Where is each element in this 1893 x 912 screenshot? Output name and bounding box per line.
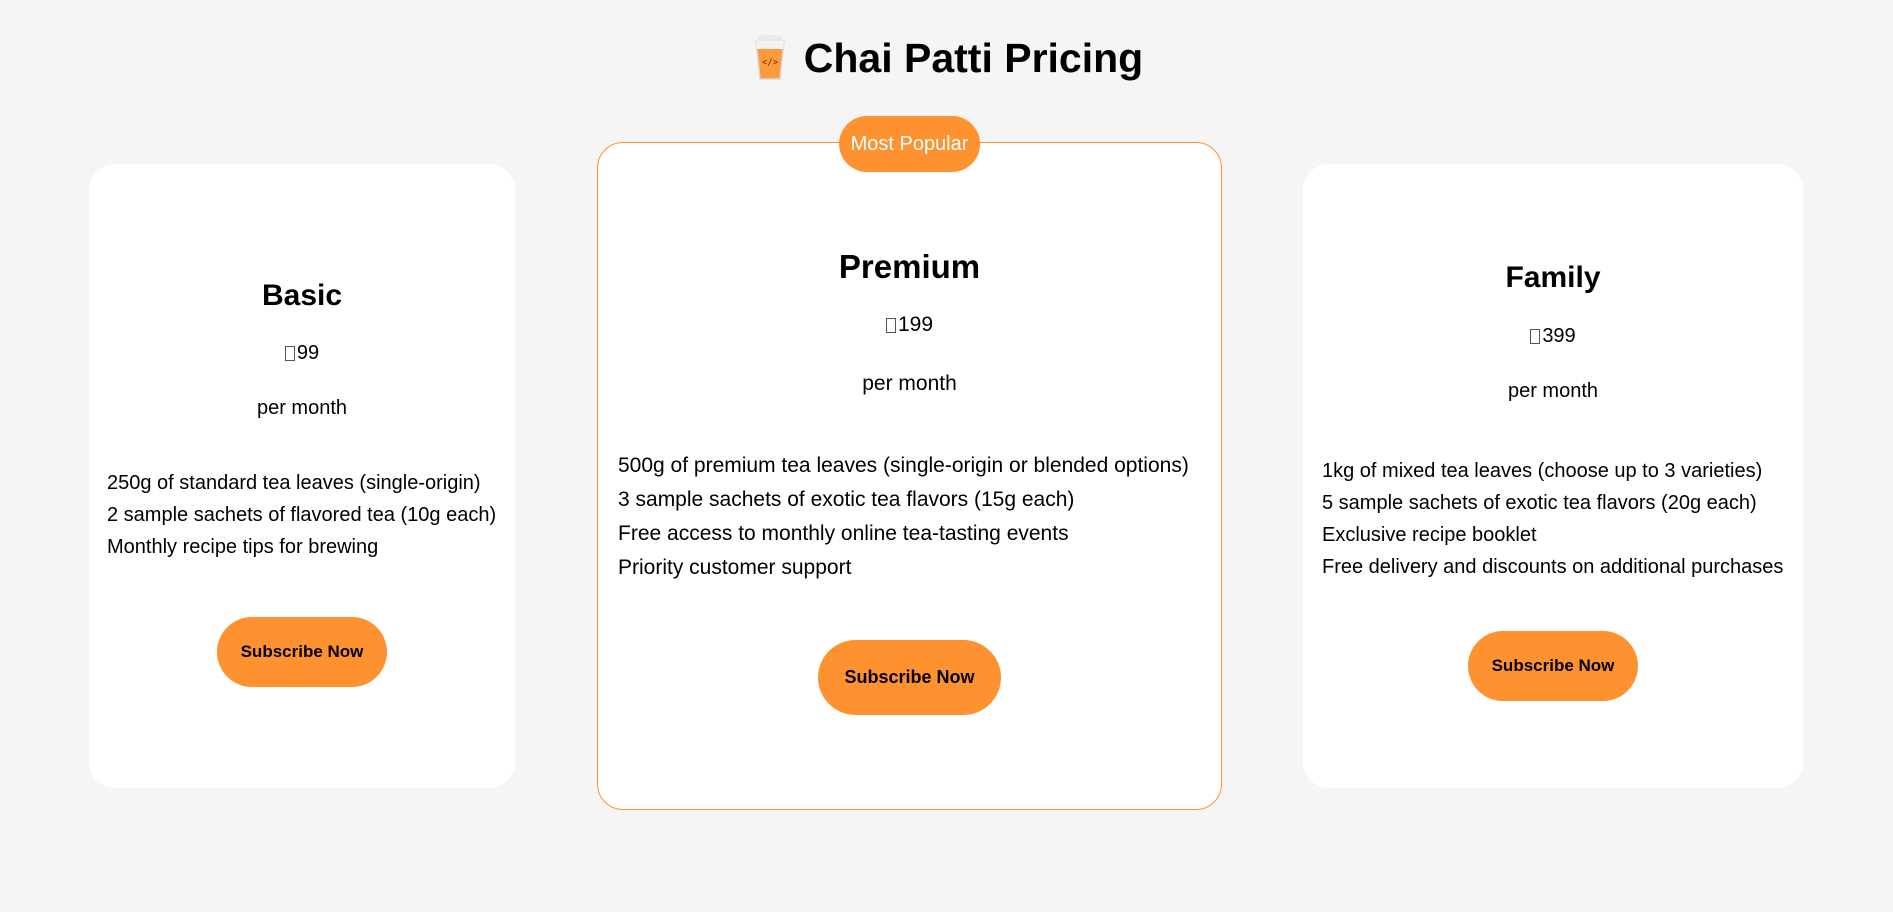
feature-item: Free delivery and discounts on additiona… <box>1322 556 1784 578</box>
feature-item: 3 sample sachets of exotic tea flavors (… <box>618 488 1075 511</box>
subscribe-button-premium[interactable]: Subscribe Now <box>818 640 1001 715</box>
billing-period: per month <box>256 397 348 419</box>
plan-name: Premium <box>838 248 981 285</box>
feature-list: 500g of premium tea leaves (single-origi… <box>598 449 1189 585</box>
pricing-card-basic: Basic 99 per month 250g of standard tea … <box>89 164 515 788</box>
feature-item: 5 sample sachets of exotic tea flavors (… <box>1322 492 1757 514</box>
feature-item: Monthly recipe tips for brewing <box>107 536 379 558</box>
plan-name: Basic <box>261 279 343 312</box>
subscribe-button-basic[interactable]: Subscribe Now <box>217 617 387 687</box>
svg-text:</>: </> <box>762 58 779 68</box>
plan-price: 99 <box>284 342 320 365</box>
feature-item: 250g of standard tea leaves (single-orig… <box>107 472 481 494</box>
plan-price: 399 <box>1530 325 1576 348</box>
pricing-card-family: Family 399 per month 1kg of mixed tea le… <box>1303 164 1803 788</box>
subscribe-button-family[interactable]: Subscribe Now <box>1468 631 1638 701</box>
price-amount: 199 <box>897 313 934 336</box>
price-amount: 99 <box>296 342 320 364</box>
most-popular-badge: Most Popular <box>838 116 981 172</box>
currency-icon <box>885 317 896 333</box>
page-header: </> Chai Patti Pricing <box>0 28 1893 88</box>
feature-item: Free access to monthly online tea-tastin… <box>618 522 1069 545</box>
feature-item: 500g of premium tea leaves (single-origi… <box>618 454 1189 477</box>
feature-item: Exclusive recipe booklet <box>1322 524 1537 546</box>
billing-period: per month <box>862 372 957 395</box>
plan-name: Family <box>1505 261 1601 294</box>
page-title: Chai Patti Pricing <box>803 35 1144 81</box>
price-amount: 399 <box>1542 325 1576 347</box>
feature-list: 1kg of mixed tea leaves (choose up to 3 … <box>1303 455 1783 583</box>
currency-icon <box>1530 329 1541 344</box>
feature-item: 2 sample sachets of flavored tea (10g ea… <box>107 504 497 526</box>
feature-item: 1kg of mixed tea leaves (choose up to 3 … <box>1322 460 1763 482</box>
tea-glass-code-icon: </> <box>750 33 790 83</box>
feature-list: 250g of standard tea leaves (single-orig… <box>89 467 496 563</box>
billing-period: per month <box>1507 380 1599 402</box>
plan-price: 199 <box>885 313 934 337</box>
pricing-card-premium: Most Popular Premium 199 per month 500g … <box>597 116 1222 810</box>
feature-item: Priority customer support <box>618 556 852 579</box>
currency-icon <box>284 346 295 361</box>
